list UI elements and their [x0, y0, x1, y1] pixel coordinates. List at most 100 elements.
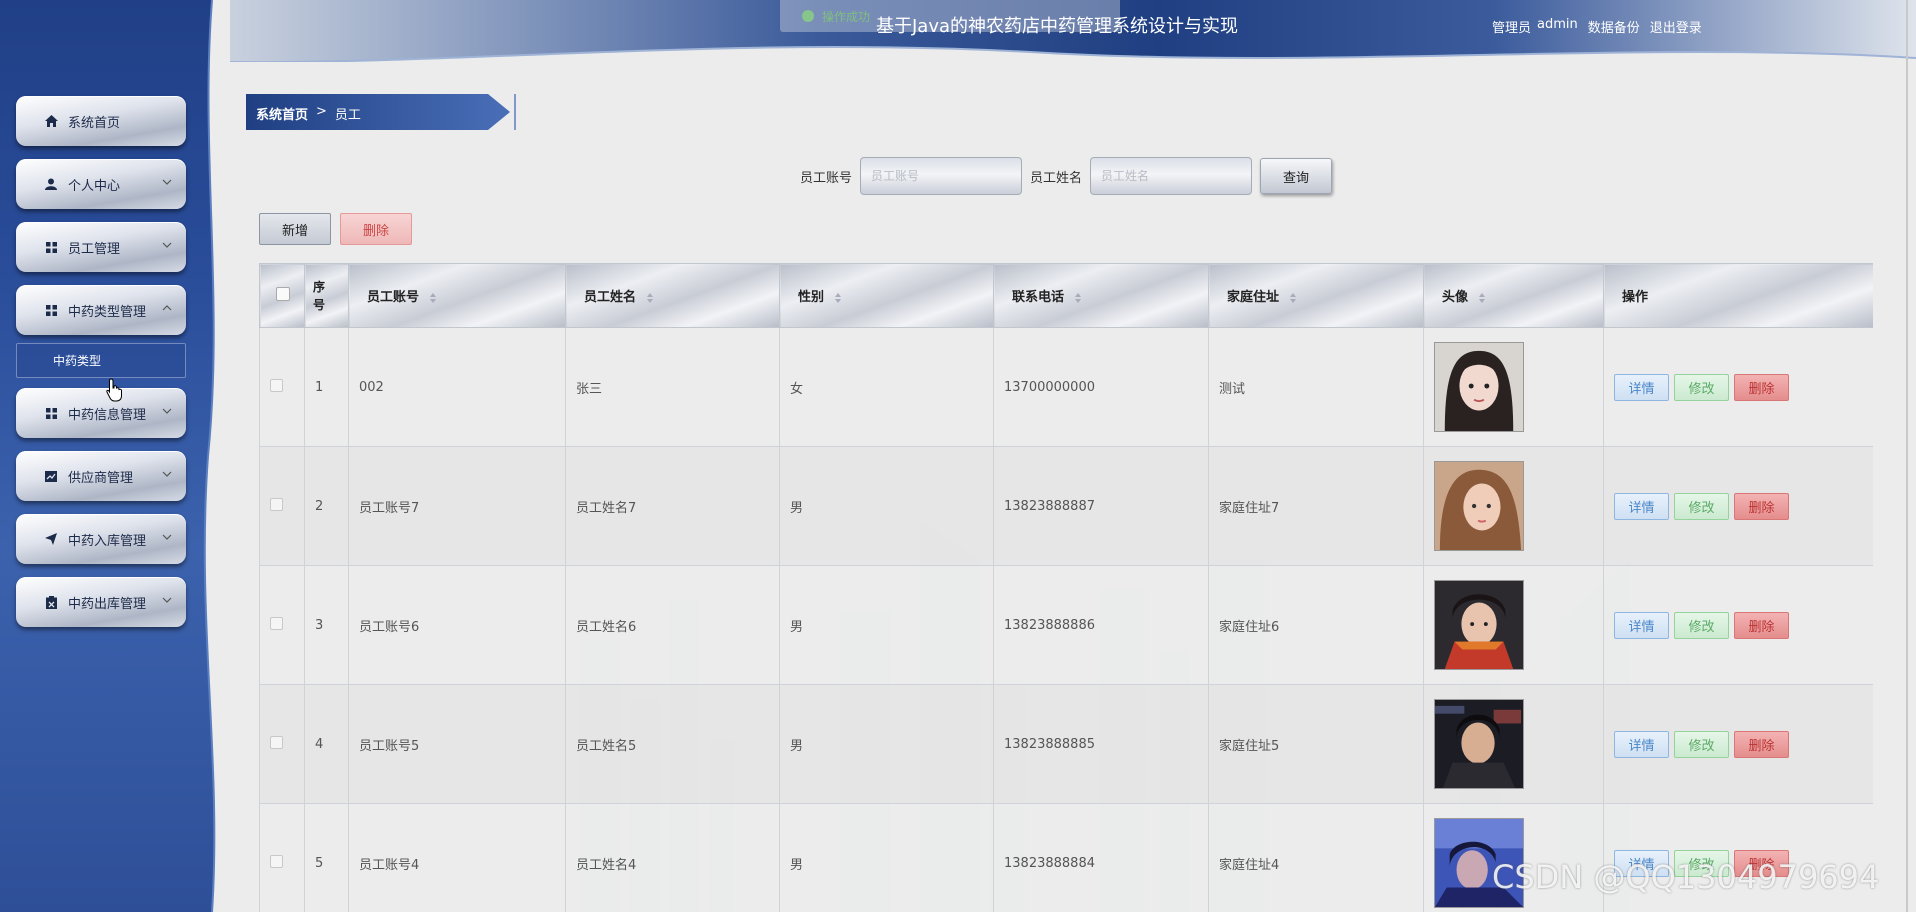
bulk-delete-button[interactable]: 删除: [340, 213, 412, 245]
user-role: 管理员: [1492, 21, 1532, 36]
detail-button[interactable]: 详情: [1614, 492, 1669, 520]
table-row: 1 002 张三 女 13700000000 测试 详情 修改 删除: [259, 327, 1873, 447]
sidebar-item-personal[interactable]: 个人中心: [16, 159, 186, 209]
delete-button[interactable]: 删除: [1734, 611, 1789, 639]
edit-button[interactable]: 修改: [1674, 373, 1729, 401]
avatar-cell: [1423, 446, 1604, 566]
mouse-pointer-icon: [106, 378, 122, 402]
name-header-label: 员工姓名: [584, 290, 637, 305]
name-header[interactable]: 员工姓名: [565, 263, 780, 328]
account-cell: 员工账号5: [348, 684, 566, 804]
chevron-down-icon: [162, 242, 172, 248]
sidebar-item-staff[interactable]: 员工管理: [16, 222, 186, 272]
query-button[interactable]: 查询: [1260, 158, 1333, 194]
breadcrumb: 系统首页 > 员工: [246, 94, 516, 130]
avatar[interactable]: [1434, 461, 1524, 551]
grid-icon: [44, 303, 58, 317]
account-header[interactable]: 员工账号: [348, 263, 566, 328]
avatar-cell: [1423, 684, 1604, 804]
toast-message: 操作成功: [822, 9, 871, 24]
phone-cell: 13823888886: [993, 565, 1209, 685]
breadcrumb-home[interactable]: 系统首页: [256, 104, 308, 123]
sidebar-item-home[interactable]: 系统首页: [16, 96, 186, 146]
index-cell: 1: [304, 327, 349, 447]
breadcrumb-separator: >: [316, 104, 327, 119]
submenu-item-herb-type[interactable]: 中药类型: [16, 343, 186, 378]
edit-button[interactable]: 修改: [1674, 492, 1729, 520]
ops-cell: 详情 修改 删除: [1603, 565, 1873, 685]
edit-button[interactable]: 修改: [1674, 730, 1729, 758]
sidebar-item-herb-type[interactable]: 中药类型管理: [16, 285, 186, 335]
address-cell: 家庭住址5: [1208, 684, 1424, 804]
row-select-cell: [259, 565, 305, 685]
phone-header[interactable]: 联系电话: [993, 263, 1209, 328]
sidebar-item-stock-in[interactable]: 中药入库管理: [16, 514, 186, 564]
delete-button[interactable]: 删除: [1734, 730, 1789, 758]
avatar-header[interactable]: 头像: [1423, 263, 1604, 328]
staff-table: 序号 员工账号 员工姓名 性别 联系电话 家庭住址 头像 操作 1 002 张三…: [259, 263, 1873, 912]
gender-cell: 男: [779, 803, 994, 912]
user-icon: [44, 177, 58, 191]
page-scrollbar[interactable]: [1906, 0, 1908, 912]
chevron-down-icon: [162, 597, 172, 603]
username: admin: [1537, 17, 1578, 32]
delete-button[interactable]: 删除: [1734, 492, 1789, 520]
row-checkbox[interactable]: [270, 854, 283, 868]
detail-button[interactable]: 详情: [1614, 373, 1669, 401]
name-search-input[interactable]: [1090, 157, 1253, 195]
address-header-label: 家庭住址: [1227, 290, 1280, 305]
sidebar-item-stock-out[interactable]: 中药出库管理: [16, 577, 186, 627]
sidebar-item-label: 中药出库管理: [68, 596, 147, 612]
name-cell: 员工姓名6: [565, 565, 780, 685]
row-select-cell: [259, 446, 305, 566]
chevron-down-icon: [162, 471, 172, 477]
sort-icon: [1074, 292, 1081, 303]
row-checkbox[interactable]: [270, 497, 283, 511]
sidebar-item-herb-info[interactable]: 中药信息管理: [16, 388, 186, 438]
account-cell: 员工账号7: [348, 446, 566, 566]
account-cell: 员工账号4: [348, 803, 566, 912]
address-header[interactable]: 家庭住址: [1208, 263, 1424, 328]
delete-button[interactable]: 删除: [1734, 373, 1789, 401]
row-select-cell: [259, 684, 305, 804]
data-backup-link[interactable]: 数据备份: [1588, 17, 1640, 36]
table-row: 4 员工账号5 员工姓名5 男 13823888885 家庭住址5 详情 修改 …: [259, 684, 1873, 804]
gender-header[interactable]: 性别: [779, 263, 994, 328]
row-select-cell: [259, 327, 305, 447]
detail-button[interactable]: 详情: [1614, 611, 1669, 639]
sort-icon: [429, 292, 436, 303]
avatar[interactable]: [1434, 580, 1524, 670]
select-all-header: [259, 263, 305, 328]
avatar[interactable]: [1434, 342, 1524, 432]
sidebar-item-label: 员工管理: [68, 241, 121, 257]
ops-header-label: 操作: [1622, 290, 1649, 305]
account-search-label: 员工账号: [800, 170, 853, 186]
account-search-input[interactable]: [860, 157, 1023, 195]
sidebar: 系统首页 个人中心 员工管理 中药类型管理 中药类型 中药信息管理 供应商管理 …: [0, 0, 230, 912]
row-checkbox[interactable]: [270, 378, 283, 392]
address-cell: 测试: [1208, 327, 1424, 447]
row-checkbox[interactable]: [270, 735, 283, 749]
avatar[interactable]: [1434, 699, 1524, 789]
avatar-header-label: 头像: [1442, 290, 1469, 305]
select-all-checkbox[interactable]: [276, 286, 290, 301]
index-header-label: 序号: [313, 279, 326, 312]
send-icon: [44, 532, 58, 546]
ops-header: 操作: [1603, 263, 1873, 328]
sidebar-item-supplier[interactable]: 供应商管理: [16, 451, 186, 501]
header-user-area: 管理员 admin 数据备份 退出登录: [1492, 17, 1702, 36]
add-button[interactable]: 新增: [259, 213, 331, 245]
sidebar-menu: 系统首页 个人中心 员工管理 中药类型管理 中药类型 中药信息管理 供应商管理 …: [16, 96, 186, 640]
avatar-cell: [1423, 565, 1604, 685]
detail-button[interactable]: 详情: [1614, 730, 1669, 758]
index-header: 序号: [304, 263, 349, 328]
row-checkbox[interactable]: [270, 616, 283, 630]
clipboard-icon: [44, 595, 58, 609]
watermark: CSDN @QQ1304979694: [1492, 858, 1880, 896]
account-cell: 002: [348, 327, 566, 447]
edit-button[interactable]: 修改: [1674, 611, 1729, 639]
logout-link[interactable]: 退出登录: [1650, 17, 1702, 36]
address-cell: 家庭住址6: [1208, 565, 1424, 685]
breadcrumb-current: 员工: [334, 108, 361, 123]
phone-cell: 13700000000: [993, 327, 1209, 447]
